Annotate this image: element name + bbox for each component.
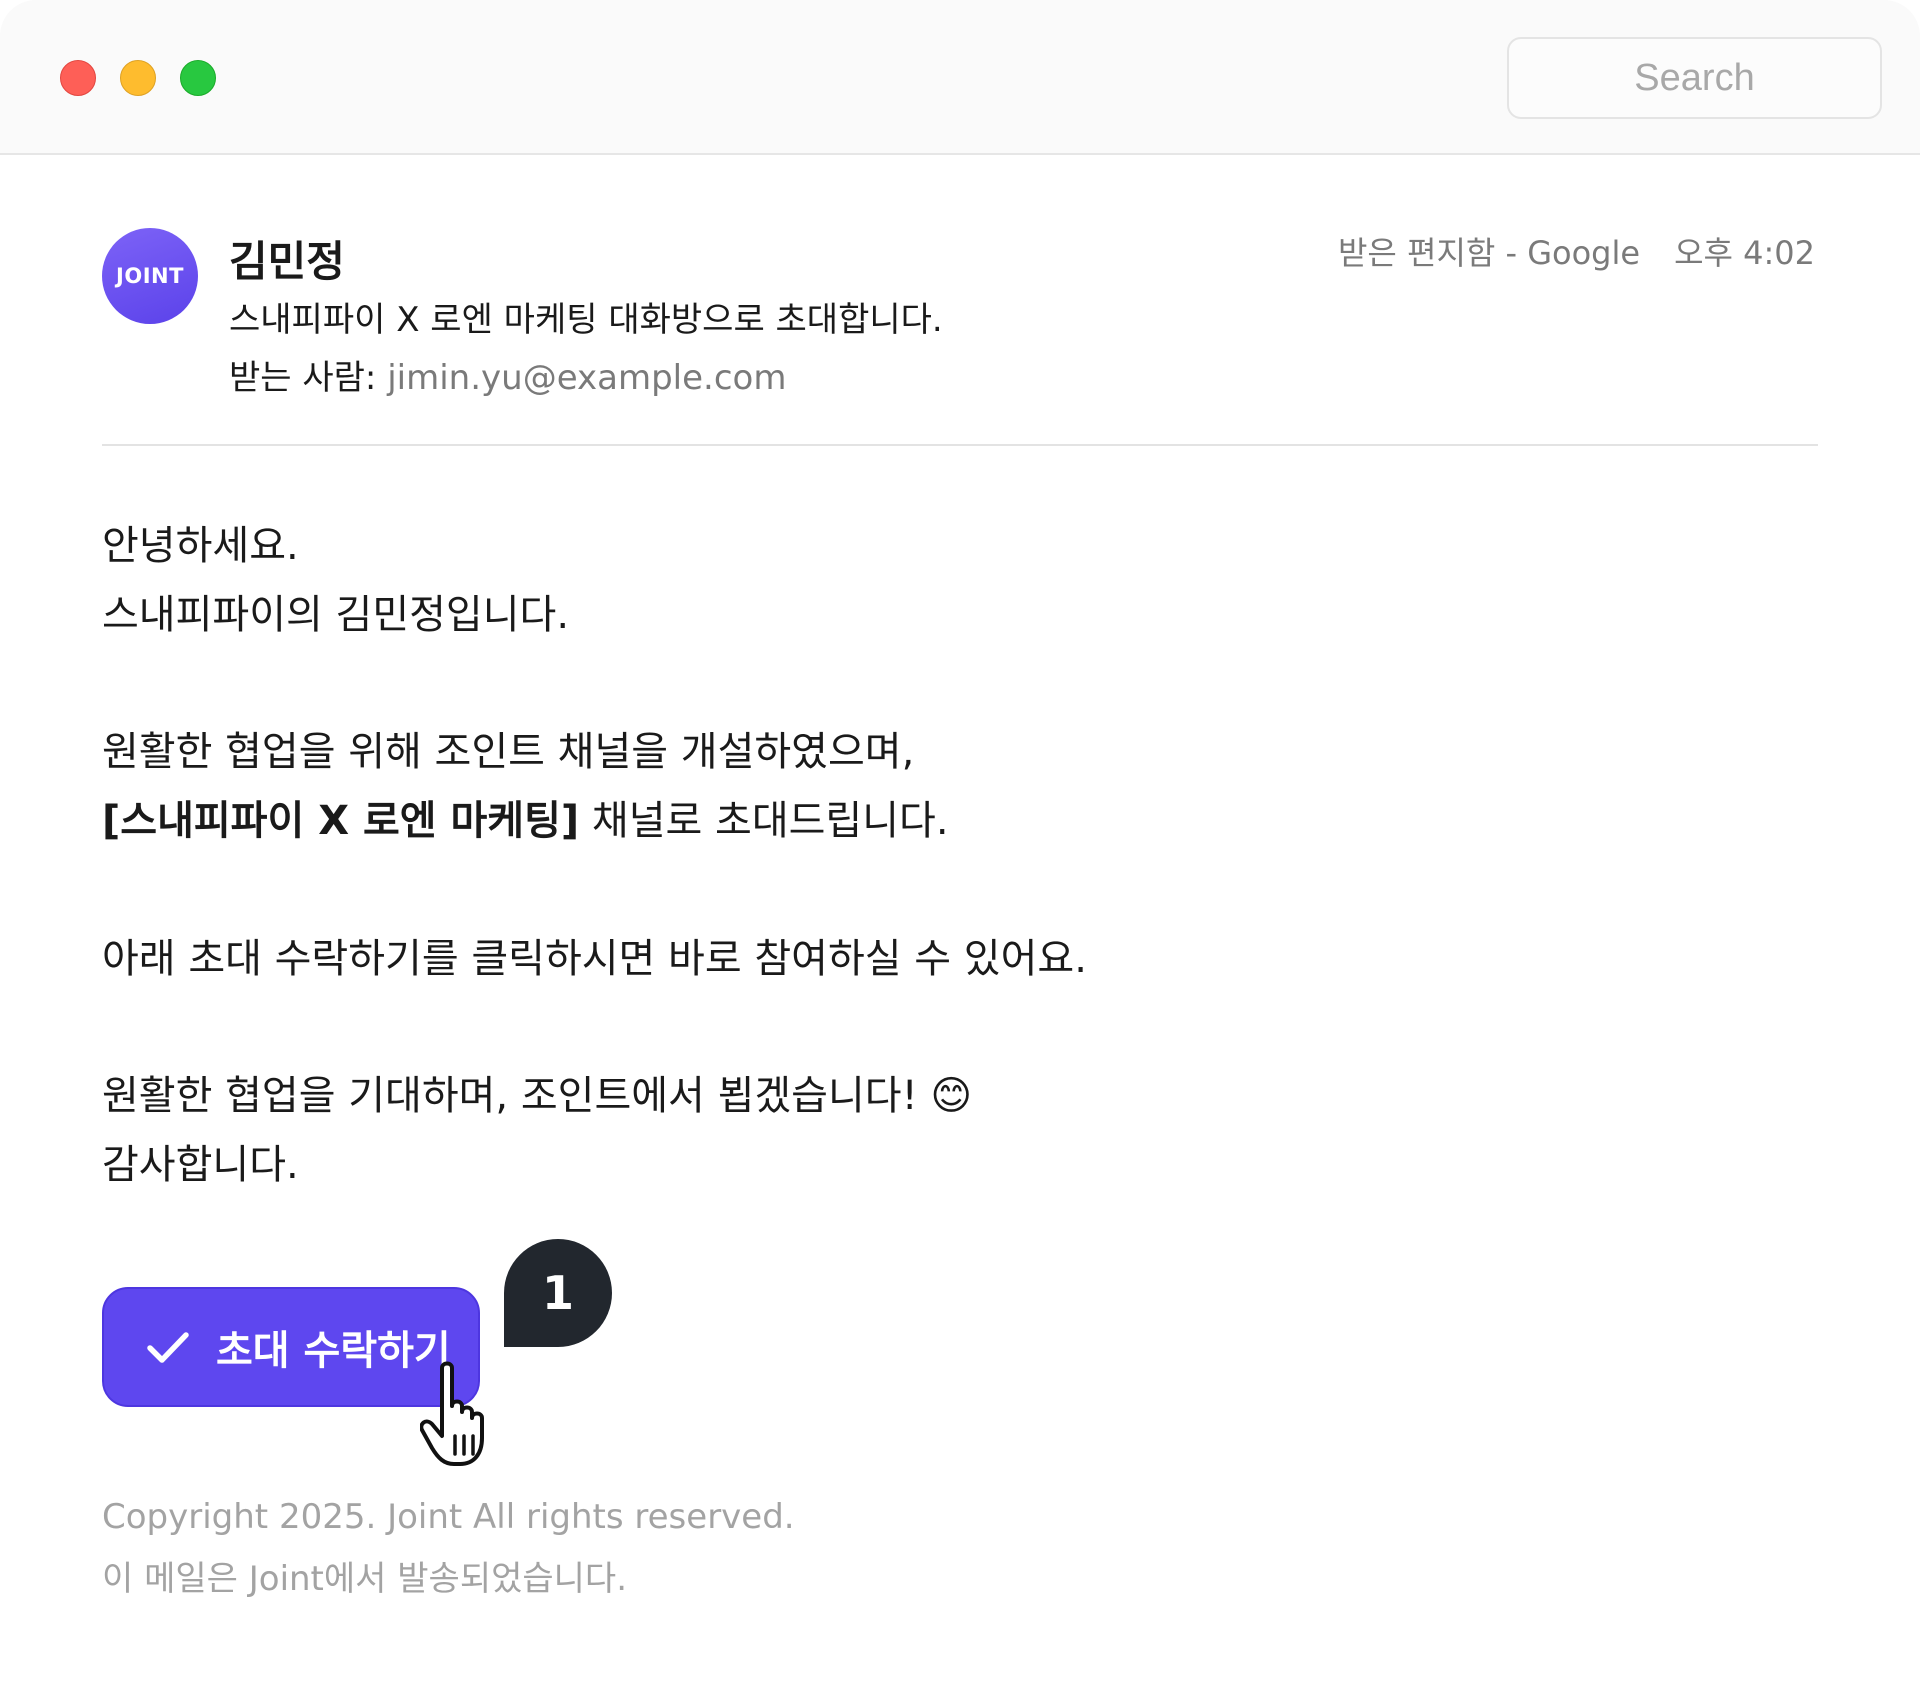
search-input[interactable] bbox=[1509, 39, 1880, 117]
maximize-window-button[interactable] bbox=[180, 60, 216, 96]
received-time: 오후 4:02 bbox=[1674, 234, 1815, 272]
accept-invite-label: 초대 수락하기 bbox=[216, 1328, 451, 1374]
body-line: 원활한 협업을 위해 조인트 채널을 개설하였으며, bbox=[102, 729, 915, 775]
body-line: 아래 초대 수락하기를 클릭하시면 바로 참여하실 수 있어요. bbox=[102, 936, 1087, 982]
hand-pointer-icon bbox=[420, 1361, 484, 1466]
body-line-rest: 채널로 초대드립니다. bbox=[579, 798, 949, 844]
channel-name: [스내피파이 X 로엔 마케팅] bbox=[102, 798, 580, 844]
body-line: [스내피파이 X 로엔 마케팅] 채널로 초대드립니다. bbox=[102, 797, 949, 845]
minimize-window-button[interactable] bbox=[120, 60, 156, 96]
recipient-label: 받는 사람: bbox=[229, 358, 377, 398]
sender-name: 김민정 bbox=[229, 237, 345, 286]
step-badge: 1 bbox=[504, 1239, 612, 1347]
step-number: 1 bbox=[541, 1266, 574, 1320]
body-line: 원활한 협업을 기대하며, 조인트에서 뵙겠습니다! 😊 bbox=[102, 1073, 973, 1119]
footer-note: 이 메일은 Joint에서 발송되었습니다. bbox=[102, 1559, 628, 1599]
recipient-address: jimin.yu@example.com bbox=[387, 358, 787, 398]
close-window-button[interactable] bbox=[60, 60, 96, 96]
email-subject: 스내피파이 X 로엔 마케팅 대화방으로 초대합니다. bbox=[229, 300, 943, 340]
search-box[interactable] bbox=[1507, 37, 1882, 119]
recipient-line: 받는 사람: jimin.yu@example.com bbox=[229, 350, 786, 399]
email-window: JOINT 김민정 스내피파이 X 로엔 마케팅 대화방으로 초대합니다. 받는… bbox=[0, 0, 1920, 1683]
mailbox-label: 받은 편지함 - Google bbox=[1337, 234, 1641, 272]
body-line: 스내피파이의 김민정입니다. bbox=[102, 592, 570, 638]
body-line: 감사합니다. bbox=[102, 1142, 299, 1188]
title-bar bbox=[0, 0, 1920, 155]
footer-copyright: Copyright 2025. Joint All rights reserve… bbox=[102, 1497, 795, 1537]
email-meta: 받은 편지함 - Google 오후 4:02 bbox=[1338, 228, 1815, 274]
avatar-text: JOINT bbox=[116, 264, 184, 288]
header-divider bbox=[102, 444, 1818, 446]
sender-avatar: JOINT bbox=[102, 228, 198, 324]
check-icon bbox=[147, 1332, 189, 1363]
body-line: 안녕하세요. bbox=[102, 523, 299, 569]
